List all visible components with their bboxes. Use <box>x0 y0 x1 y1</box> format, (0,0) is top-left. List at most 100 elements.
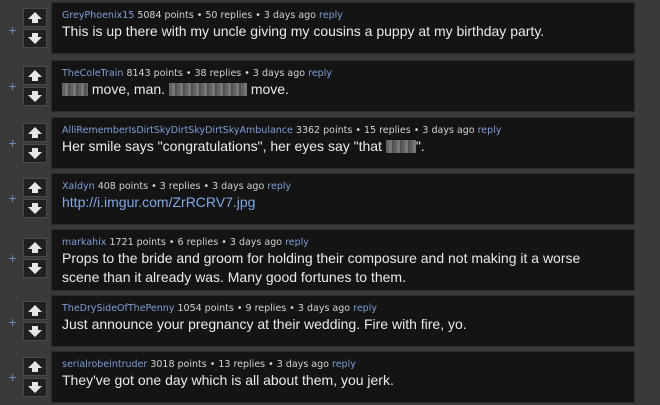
expand-toggle[interactable]: + <box>8 372 18 383</box>
downvote-button[interactable] <box>23 322 47 341</box>
expand-toggle[interactable]: + <box>8 25 18 36</box>
reply-link[interactable]: reply <box>353 303 377 314</box>
timestamp: 3 days ago <box>263 10 316 21</box>
separator: • <box>185 68 192 79</box>
username-link[interactable]: Xaldyn <box>62 181 95 192</box>
expand-toggle[interactable]: + <box>8 81 18 92</box>
comment: + TheColeTrain 8143 points • 38 replies … <box>0 60 660 112</box>
upvote-arrow-icon <box>28 361 42 372</box>
comment-meta: markahix 1721 points • 6 replies • 3 day… <box>62 237 309 248</box>
username-link[interactable]: GreyPhoenix15 <box>62 10 134 21</box>
expand-toggle[interactable]: + <box>8 317 18 328</box>
points: 408 points <box>97 181 149 192</box>
separator: • <box>413 125 420 136</box>
replies-count: 3 replies <box>159 181 201 192</box>
upvote-arrow-icon <box>28 70 42 81</box>
downvote-arrow-icon <box>28 91 42 102</box>
separator: • <box>221 237 227 248</box>
expand-toggle[interactable]: + <box>8 253 18 264</box>
replies-count: 50 replies <box>205 10 253 21</box>
replies-count: 9 replies <box>245 303 287 314</box>
reply-link[interactable]: reply <box>267 181 291 192</box>
comment: + markahix 1721 points • 6 replies • 3 d… <box>0 229 660 291</box>
points: 3362 points <box>295 125 353 136</box>
username-link[interactable]: AlliRememberIsDirtSkyDirtSkyDirtSkyAmbul… <box>62 125 293 136</box>
upvote-button[interactable] <box>23 357 47 376</box>
comment-meta: TheDrySideOfThePenny 1054 points • 9 rep… <box>62 303 377 314</box>
comment-text: This is up there with my uncle giving my… <box>62 23 545 39</box>
redacted-text <box>385 140 416 153</box>
upvote-button[interactable] <box>23 66 47 85</box>
comment-meta: TheColeTrain 8143 points • 38 replies • … <box>62 68 332 79</box>
upvote-button[interactable] <box>23 301 47 320</box>
redacted-text <box>168 83 247 96</box>
reply-link[interactable]: reply <box>285 237 309 248</box>
upvote-arrow-icon <box>28 305 42 316</box>
separator: • <box>236 303 243 314</box>
separator: • <box>151 181 157 192</box>
separator: • <box>268 359 274 370</box>
image-link[interactable]: http://i.imgur.com/ZrRCRV7.jpg <box>62 194 255 210</box>
replies-count: 15 replies <box>363 125 411 136</box>
text-segment: ". <box>415 138 425 154</box>
text-segment: move. <box>250 81 289 97</box>
username-link[interactable]: TheDrySideOfThePenny <box>62 303 174 314</box>
timestamp: 3 days ago <box>252 68 306 79</box>
comment-text: move, man. move. <box>62 80 620 99</box>
separator: • <box>203 181 210 192</box>
username-link[interactable]: markahix <box>62 237 106 248</box>
points: 5084 points <box>137 10 194 21</box>
comment-meta: Xaldyn 408 points • 3 replies • 3 days a… <box>62 181 291 192</box>
separator: • <box>255 10 261 21</box>
comment-text: Her smile says "congratulations", her ey… <box>62 137 620 156</box>
expand-toggle[interactable]: + <box>8 193 18 204</box>
separator: • <box>196 10 203 21</box>
comment-meta: AlliRememberIsDirtSkyDirtSkyDirtSkyAmbul… <box>62 125 501 136</box>
comment-box: serialrobeintruder 3018 points • 13 repl… <box>51 351 635 403</box>
reply-link[interactable]: reply <box>308 68 332 79</box>
comment: + Xaldyn 408 points • 3 replies • 3 days… <box>0 173 660 225</box>
comment-box: GreyPhoenix15 5084 points • 50 replies •… <box>51 2 635 54</box>
text-segment: Her smile says "congratulations", her ey… <box>62 138 382 154</box>
comment: + TheDrySideOfThePenny 1054 points • 9 r… <box>0 295 660 347</box>
comment-meta: GreyPhoenix15 5084 points • 50 replies •… <box>62 10 343 21</box>
upvote-arrow-icon <box>28 127 42 138</box>
reply-link[interactable]: reply <box>332 359 356 370</box>
redacted-text <box>62 83 88 96</box>
downvote-button[interactable] <box>23 29 47 48</box>
upvote-button[interactable] <box>23 238 47 257</box>
comment-text: http://i.imgur.com/ZrRCRV7.jpg <box>62 193 620 212</box>
downvote-button[interactable] <box>23 87 47 106</box>
timestamp: 3 days ago <box>276 359 329 370</box>
downvote-arrow-icon <box>28 326 42 337</box>
upvote-button[interactable] <box>23 178 47 197</box>
replies-count: 13 replies <box>218 359 266 370</box>
downvote-arrow-icon <box>28 203 42 214</box>
reply-link[interactable]: reply <box>319 10 343 21</box>
downvote-button[interactable] <box>23 144 47 163</box>
downvote-button[interactable] <box>23 259 47 278</box>
downvote-button[interactable] <box>23 199 47 218</box>
separator: • <box>244 68 250 79</box>
username-link[interactable]: TheColeTrain <box>62 68 123 79</box>
timestamp: 3 days ago <box>212 181 265 192</box>
timestamp: 3 days ago <box>297 303 351 314</box>
downvote-button[interactable] <box>23 378 47 397</box>
upvote-button[interactable] <box>23 8 47 27</box>
upvote-button[interactable] <box>23 123 47 142</box>
username-link[interactable]: serialrobeintruder <box>62 359 147 370</box>
comment-thread: + GreyPhoenix15 5084 points • 50 replies… <box>0 0 660 405</box>
separator: • <box>289 303 295 314</box>
points: 1054 points <box>177 303 234 314</box>
upvote-arrow-icon <box>28 242 42 253</box>
points: 1721 points <box>109 237 166 248</box>
expand-toggle[interactable]: + <box>8 138 18 149</box>
timestamp: 3 days ago <box>229 237 283 248</box>
comment-box: markahix 1721 points • 6 replies • 3 day… <box>51 229 635 291</box>
text-segment: move, man. <box>91 81 166 97</box>
comment: + AlliRememberIsDirtSkyDirtSkyDirtSkyAmb… <box>0 117 660 169</box>
replies-count: 38 replies <box>194 68 242 79</box>
comment-text: Props to the bride and groom for holding… <box>62 250 581 285</box>
replies-count: 6 replies <box>177 237 219 248</box>
reply-link[interactable]: reply <box>478 125 502 136</box>
